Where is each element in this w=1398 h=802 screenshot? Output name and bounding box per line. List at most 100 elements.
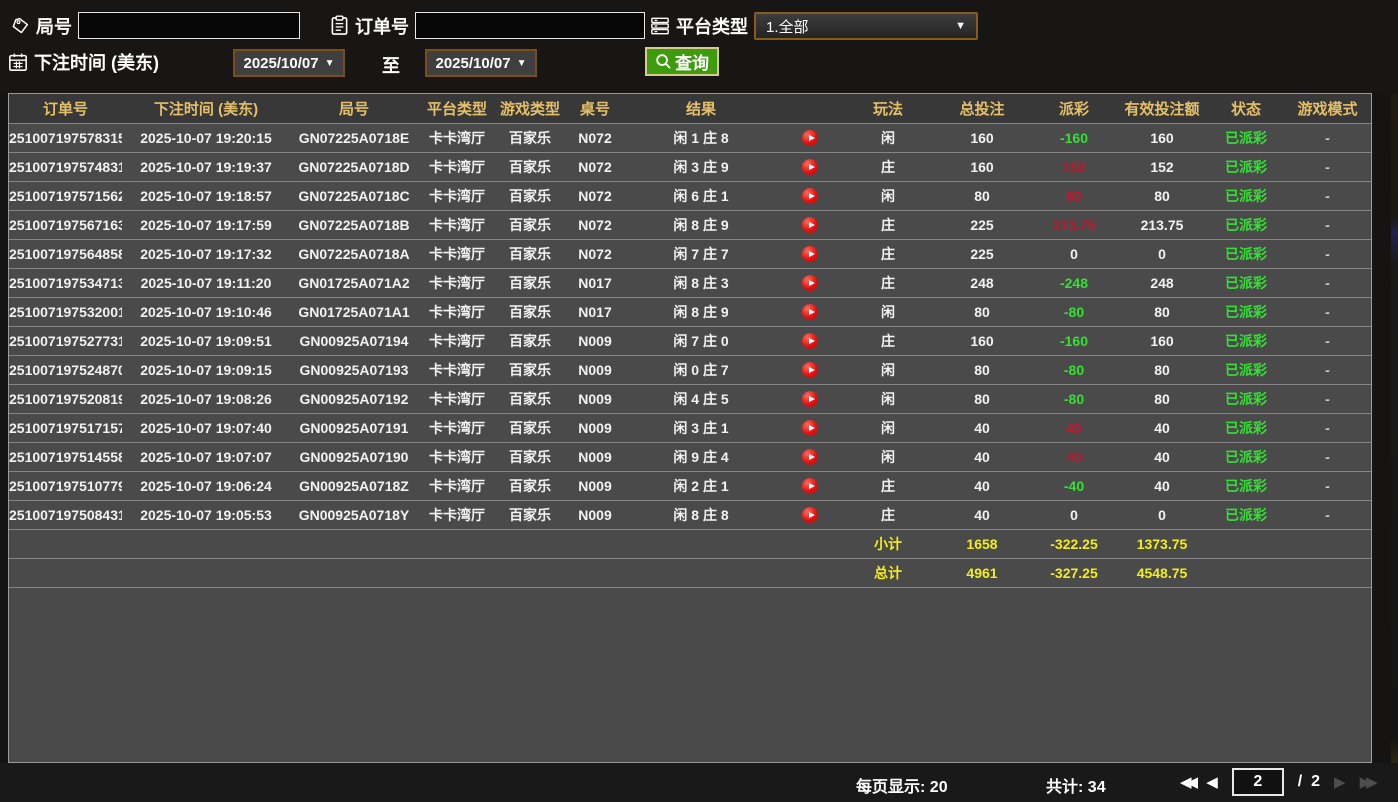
platform-type-select[interactable]: 1.全部 ▼ [754,12,978,40]
cell-mode: - [1284,413,1371,442]
total-payout: -327.25 [1032,558,1116,587]
platform-type-value: 1.全部 [766,16,809,37]
result-video-cell [776,297,844,326]
cell-valid: 0 [1116,500,1208,529]
subtotal-label: 小计 [844,529,932,558]
play-video-icon[interactable] [802,420,818,436]
cell-round: GN07225A0718D [290,152,418,181]
cell-game: 百家乐 [496,413,564,442]
play-video-icon[interactable] [802,188,818,204]
cell-round: GN00925A07193 [290,355,418,384]
platform-type-icon [650,16,670,36]
first-page-button[interactable]: ◀◀ [1180,773,1192,791]
cell-result: 闲 8 庄 8 [626,500,776,529]
cell-mode: - [1284,268,1371,297]
cell-bet: 225 [932,210,1032,239]
column-header: 桌号 [564,94,626,123]
table-row: 2510071975715622025-10-07 19:18:57GN0722… [9,181,1371,210]
play-video-icon[interactable] [802,217,818,233]
cell-status: 已派彩 [1208,210,1284,239]
cell-play: 庄 [844,268,932,297]
column-header: 玩法 [844,94,932,123]
filter-bar: 局号 订单号 平台类型 1.全部 ▼ 下注时间 (美东) 2025/10/07 … [0,0,1398,93]
play-video-icon[interactable] [802,449,818,465]
cell-table: N009 [564,326,626,355]
cell-order: 251007197517157 [9,413,122,442]
cell-table: N009 [564,384,626,413]
cell-play: 闲 [844,384,932,413]
play-video-icon[interactable] [802,275,818,291]
cell-payout: 40 [1032,442,1116,471]
next-page-button[interactable]: ▶ [1334,773,1346,791]
total-bet: 4961 [932,558,1032,587]
cell-result: 闲 4 庄 5 [626,384,776,413]
play-video-icon[interactable] [802,246,818,262]
cell-round: GN00925A07190 [290,442,418,471]
cell-table: N072 [564,152,626,181]
cell-play: 庄 [844,471,932,500]
cell-order: 251007197571562 [9,181,122,210]
play-video-icon[interactable] [802,159,818,175]
page-number-input[interactable] [1232,768,1284,796]
date-to-picker[interactable]: 2025/10/07 ▼ [425,49,537,77]
order-number-input[interactable] [415,12,645,39]
cell-valid: 40 [1116,413,1208,442]
cell-platform: 卡卡湾厅 [418,268,496,297]
play-video-icon[interactable] [802,130,818,146]
clipboard-icon [330,15,349,36]
cell-bet: 80 [932,355,1032,384]
cell-valid: 160 [1116,326,1208,355]
cell-status: 已派彩 [1208,181,1284,210]
chevron-down-icon: ▼ [955,20,966,32]
play-video-icon[interactable] [802,478,818,494]
column-header: 订单号 [9,94,122,123]
cell-payout: -160 [1032,123,1116,152]
cell-play: 闲 [844,297,932,326]
cell-round: GN00925A07192 [290,384,418,413]
cell-play: 闲 [844,413,932,442]
cell-result: 闲 0 庄 7 [626,355,776,384]
cell-play: 庄 [844,500,932,529]
per-page-text: 每页显示: 20 [856,773,948,797]
cell-valid: 213.75 [1116,210,1208,239]
cell-game: 百家乐 [496,181,564,210]
cell-result: 闲 3 庄 1 [626,413,776,442]
subtotal-payout: -322.25 [1032,529,1116,558]
cell-status: 已派彩 [1208,413,1284,442]
column-header: 局号 [290,94,418,123]
cell-play: 闲 [844,442,932,471]
prev-page-button[interactable]: ◀ [1206,773,1218,791]
play-video-icon[interactable] [802,391,818,407]
cell-game: 百家乐 [496,210,564,239]
play-video-icon[interactable] [802,507,818,523]
cell-result: 闲 7 庄 7 [626,239,776,268]
column-header: 结果 [626,94,776,123]
round-number-input[interactable] [78,12,300,39]
search-button-label: 查询 [675,49,709,74]
cell-bet: 40 [932,413,1032,442]
table-row: 2510071975671632025-10-07 19:17:59GN0722… [9,210,1371,239]
cell-round: GN01725A071A2 [290,268,418,297]
play-video-icon[interactable] [802,333,818,349]
result-video-cell [776,355,844,384]
result-video-cell [776,500,844,529]
cell-bet: 80 [932,297,1032,326]
cell-platform: 卡卡湾厅 [418,500,496,529]
play-video-icon[interactable] [802,304,818,320]
column-header: 有效投注额 [1116,94,1208,123]
cell-table: N072 [564,210,626,239]
cell-time: 2025-10-07 19:11:20 [122,268,290,297]
cell-result: 闲 8 庄 9 [626,210,776,239]
search-button[interactable]: 查询 [645,47,719,76]
date-from-picker[interactable]: 2025/10/07 ▼ [233,49,345,77]
cell-table: N072 [564,181,626,210]
cell-round: GN00925A0718Y [290,500,418,529]
cell-status: 已派彩 [1208,123,1284,152]
cell-valid: 80 [1116,181,1208,210]
play-video-icon[interactable] [802,362,818,378]
search-icon [655,53,672,70]
cell-bet: 225 [932,239,1032,268]
last-page-button[interactable]: ▶▶ [1360,773,1372,791]
cell-game: 百家乐 [496,500,564,529]
cell-status: 已派彩 [1208,500,1284,529]
